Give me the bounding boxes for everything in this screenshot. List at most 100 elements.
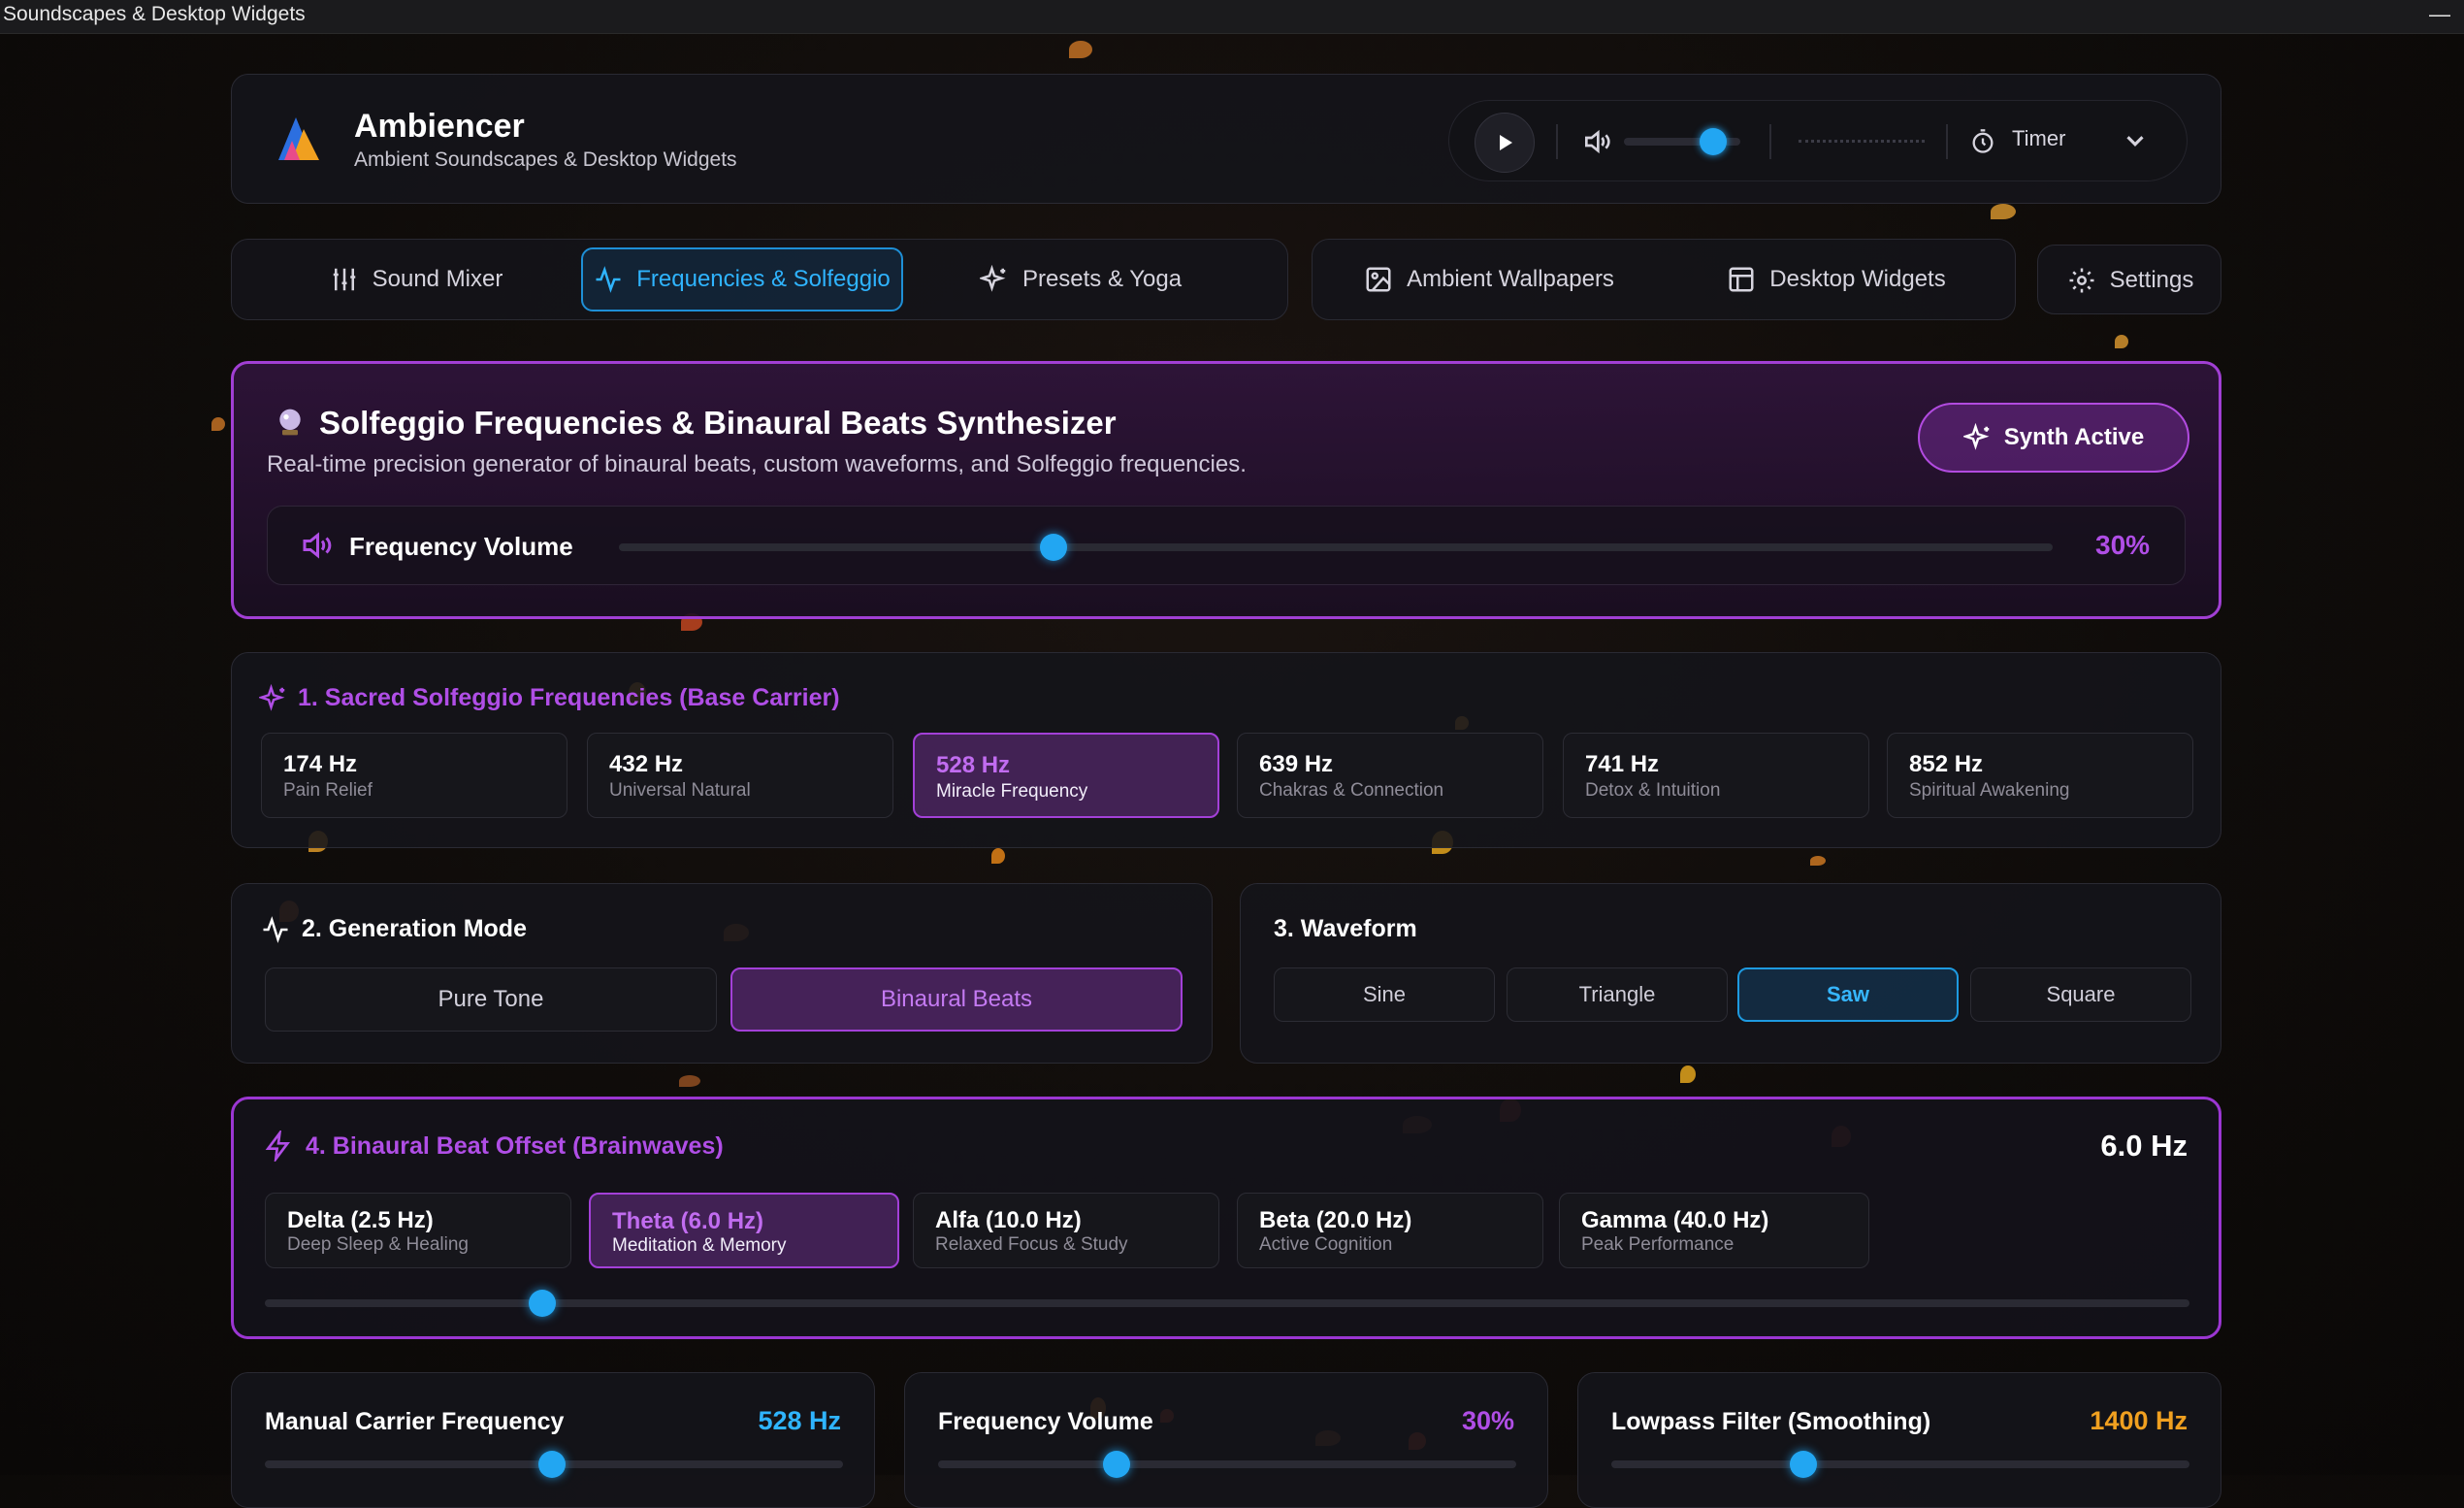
bottom-volume-label: Frequency Volume (938, 1408, 1153, 1435)
option-name: Gamma (40.0 Hz) (1581, 1207, 1769, 1233)
carrier-frequency-label: Manual Carrier Frequency (265, 1408, 565, 1435)
waveform-sine-button[interactable]: Sine (1274, 967, 1495, 1022)
option-hz: 852 Hz (1909, 751, 1984, 777)
sparkles-icon (259, 684, 285, 711)
solfeggio-option[interactable]: 432 Hz Universal Natural (587, 733, 893, 818)
lowpass-filter-label: Lowpass Filter (Smoothing) (1611, 1408, 1931, 1435)
bottom-volume-value: 30% (1461, 1406, 1514, 1435)
divider (1769, 124, 1771, 159)
chevron-down-icon[interactable] (2121, 126, 2150, 155)
lowpass-filter-card: Lowpass Filter (Smoothing) 1400 Hz (1577, 1372, 2221, 1508)
option-desc: Spiritual Awakening (1909, 780, 2070, 801)
divider (1556, 124, 1558, 159)
master-volume-thumb[interactable] (1700, 128, 1727, 155)
mode-pure-tone-button[interactable]: Pure Tone (265, 967, 717, 1032)
solfeggio-option-selected[interactable]: 528 Hz Miracle Frequency (913, 733, 1219, 818)
image-icon (1366, 267, 1391, 292)
option-desc: Pain Relief (283, 780, 373, 801)
solfeggio-option[interactable]: 174 Hz Pain Relief (261, 733, 567, 818)
tab-settings[interactable]: Settings (2038, 248, 2222, 312)
bottom-volume-thumb[interactable] (1103, 1451, 1130, 1478)
binaural-title: 4. Binaural Beat Offset (Brainwaves) (306, 1132, 724, 1160)
solfeggio-option[interactable]: 639 Hz Chakras & Connection (1237, 733, 1543, 818)
window-title: Soundscapes & Desktop Widgets (3, 3, 306, 25)
synth-description: Real-time precision generator of binaura… (267, 451, 1247, 477)
synth-volume-thumb[interactable] (1040, 534, 1067, 561)
tab-frequencies[interactable]: Frequencies & Solfeggio (581, 247, 903, 311)
minimize-button[interactable]: — (2429, 0, 2450, 29)
settings-group: Settings (2037, 245, 2221, 314)
tab-label: Frequencies & Solfeggio (636, 266, 891, 292)
option-desc: Miracle Frequency (936, 781, 1088, 802)
synth-card: Solfeggio Frequencies & Binaural Beats S… (231, 361, 2221, 619)
option-hz: 174 Hz (283, 751, 358, 777)
waveform-title: 3. Waveform (1274, 915, 1417, 942)
gear-icon (2069, 268, 2094, 293)
waveform-saw-button[interactable]: Saw (1737, 967, 1959, 1022)
synth-title: Solfeggio Frequencies & Binaural Beats S… (319, 405, 1117, 441)
nav-group-visual: Ambient Wallpapers Desktop Widgets (1312, 239, 2016, 320)
crystal-ball-icon (279, 409, 301, 436)
waveform-square-button[interactable]: Square (1970, 967, 2191, 1022)
tab-label: Settings (2109, 267, 2194, 293)
solfeggio-option[interactable]: 852 Hz Spiritual Awakening (1887, 733, 2193, 818)
tab-sound-mixer[interactable]: Sound Mixer (251, 247, 581, 311)
option-desc: Meditation & Memory (612, 1235, 787, 1256)
layout-icon (1729, 267, 1754, 292)
brainwave-option[interactable]: Gamma (40.0 Hz) Peak Performance (1559, 1193, 1869, 1268)
app-name: Ambiencer (354, 108, 525, 145)
waveform-triangle-button[interactable]: Triangle (1507, 967, 1728, 1022)
option-hz: 432 Hz (609, 751, 684, 777)
option-desc: Relaxed Focus & Study (935, 1234, 1128, 1255)
carrier-frequency-card: Manual Carrier Frequency 528 Hz (231, 1372, 875, 1508)
bottom-volume-card: Frequency Volume 30% (904, 1372, 1548, 1508)
volume-icon (303, 532, 332, 559)
visualizer-dots (1799, 140, 1925, 143)
synth-button-label: Synth Active (2003, 424, 2145, 450)
timer-icon (1972, 129, 1994, 153)
option-desc: Deep Sleep & Healing (287, 1234, 469, 1255)
brainwave-option[interactable]: Beta (20.0 Hz) Active Cognition (1237, 1193, 1543, 1268)
lowpass-filter-value: 1400 Hz (2090, 1406, 2188, 1435)
option-name: Beta (20.0 Hz) (1259, 1207, 1412, 1233)
synth-volume-value: 30% (2095, 530, 2151, 560)
tab-ambient-wallpapers[interactable]: Ambient Wallpapers (1324, 247, 1654, 311)
tab-desktop-widgets[interactable]: Desktop Widgets (1671, 247, 2001, 311)
window-titlebar: Soundscapes & Desktop Widgets — (0, 0, 2464, 34)
option-desc: Active Cognition (1259, 1234, 1393, 1255)
synth-volume-track[interactable] (619, 543, 2053, 551)
option-name: Alfa (10.0 Hz) (935, 1207, 1082, 1233)
activity-icon (263, 916, 288, 943)
tab-label: Sound Mixer (372, 266, 503, 292)
waveform-card: 3. Waveform Sine Triangle Saw Square (1240, 883, 2221, 1064)
bottom-volume-track[interactable] (938, 1460, 1516, 1468)
binaural-value: 6.0 Hz (2100, 1129, 2188, 1163)
sparkles-icon (979, 265, 1006, 292)
tab-label: Ambient Wallpapers (1407, 266, 1614, 292)
synth-volume-row: Frequency Volume 30% (267, 506, 2186, 585)
tab-label: Presets & Yoga (1021, 266, 1183, 292)
brainwave-option[interactable]: Alfa (10.0 Hz) Relaxed Focus & Study (913, 1193, 1219, 1268)
binaural-offset-thumb[interactable] (529, 1290, 556, 1317)
mode-binaural-beats-button[interactable]: Binaural Beats (730, 967, 1183, 1032)
option-name: Delta (2.5 Hz) (287, 1207, 434, 1233)
carrier-frequency-thumb[interactable] (538, 1451, 566, 1478)
tab-presets-yoga[interactable]: Presets & Yoga (903, 247, 1258, 311)
brainwave-option[interactable]: Delta (2.5 Hz) Deep Sleep & Healing (265, 1193, 571, 1268)
solfeggio-option[interactable]: 741 Hz Detox & Intuition (1563, 733, 1869, 818)
play-button[interactable] (1475, 113, 1535, 173)
option-hz: 528 Hz (936, 752, 1011, 778)
app-subtitle: Ambient Soundscapes & Desktop Widgets (354, 148, 737, 171)
brainwave-option-selected[interactable]: Theta (6.0 Hz) Meditation & Memory (589, 1193, 899, 1268)
generation-mode-title: 2. Generation Mode (302, 915, 527, 942)
lowpass-filter-thumb[interactable] (1790, 1451, 1817, 1478)
synth-active-button[interactable]: Synth Active (1918, 403, 2189, 473)
option-desc: Detox & Intuition (1585, 780, 1721, 801)
app-logo (278, 117, 319, 160)
option-desc: Universal Natural (609, 780, 751, 801)
synth-volume-label: Frequency Volume (349, 532, 573, 561)
lowpass-filter-track[interactable] (1611, 1460, 2189, 1468)
nav-group-audio: Sound Mixer Frequencies & Solfeggio Pres… (231, 239, 1288, 320)
option-hz: 639 Hz (1259, 751, 1334, 777)
timer-label[interactable]: Timer (2012, 126, 2065, 151)
